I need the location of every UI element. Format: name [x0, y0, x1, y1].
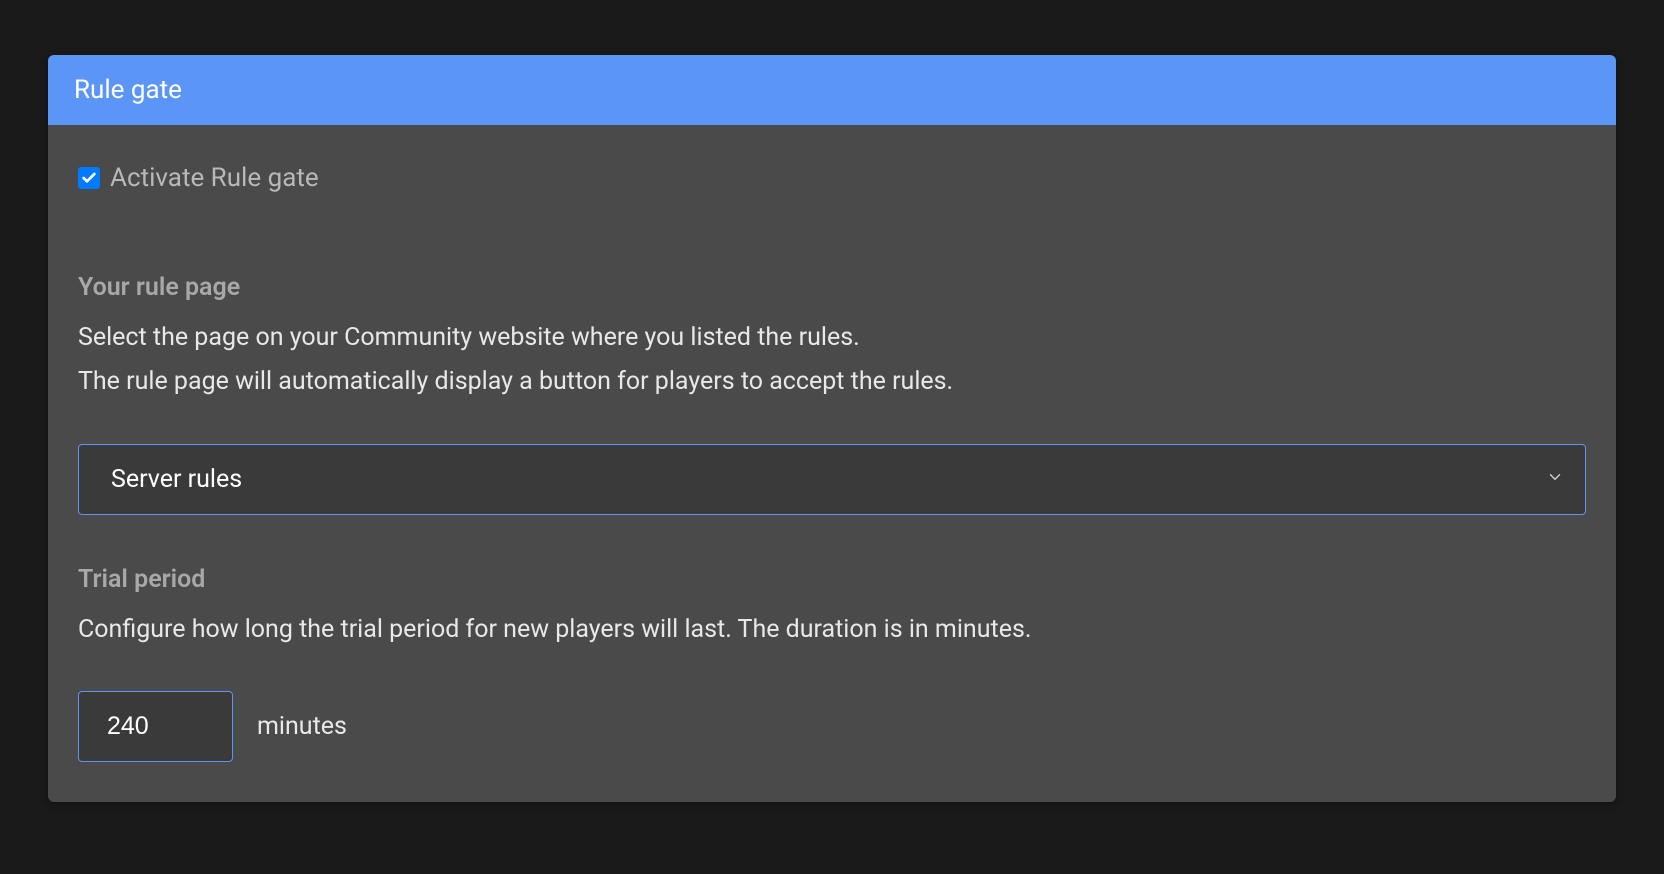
activate-checkbox[interactable]: [78, 167, 100, 189]
rule-page-title: Your rule page: [78, 273, 1586, 302]
rule-page-description: Select the page on your Community websit…: [78, 316, 1586, 404]
trial-period-suffix: minutes: [257, 712, 347, 741]
trial-period-input-row: minutes: [78, 691, 1586, 762]
activate-checkbox-row: Activate Rule gate: [78, 163, 1586, 193]
rule-page-selected-value: Server rules: [111, 465, 242, 494]
trial-period-description: Configure how long the trial period for …: [78, 608, 1586, 652]
card-title: Rule gate: [74, 75, 182, 105]
trial-period-section: Trial period Configure how long the tria…: [78, 565, 1586, 763]
rule-page-section: Your rule page Select the page on your C…: [78, 273, 1586, 515]
rule-page-select-wrapper: Server rules: [78, 444, 1586, 515]
rule-page-desc-line1: Select the page on your Community websit…: [78, 323, 860, 352]
rule-page-select[interactable]: Server rules: [78, 444, 1586, 515]
rule-page-desc-line2: The rule page will automatically display…: [78, 367, 953, 396]
activate-checkbox-label: Activate Rule gate: [110, 163, 319, 193]
trial-period-input[interactable]: [78, 691, 233, 762]
card-body: Activate Rule gate Your rule page Select…: [48, 125, 1616, 802]
checkmark-icon: [81, 170, 97, 186]
trial-period-title: Trial period: [78, 565, 1586, 594]
rule-gate-card: Rule gate Activate Rule gate Your rule p…: [48, 55, 1616, 802]
card-header: Rule gate: [48, 55, 1616, 125]
